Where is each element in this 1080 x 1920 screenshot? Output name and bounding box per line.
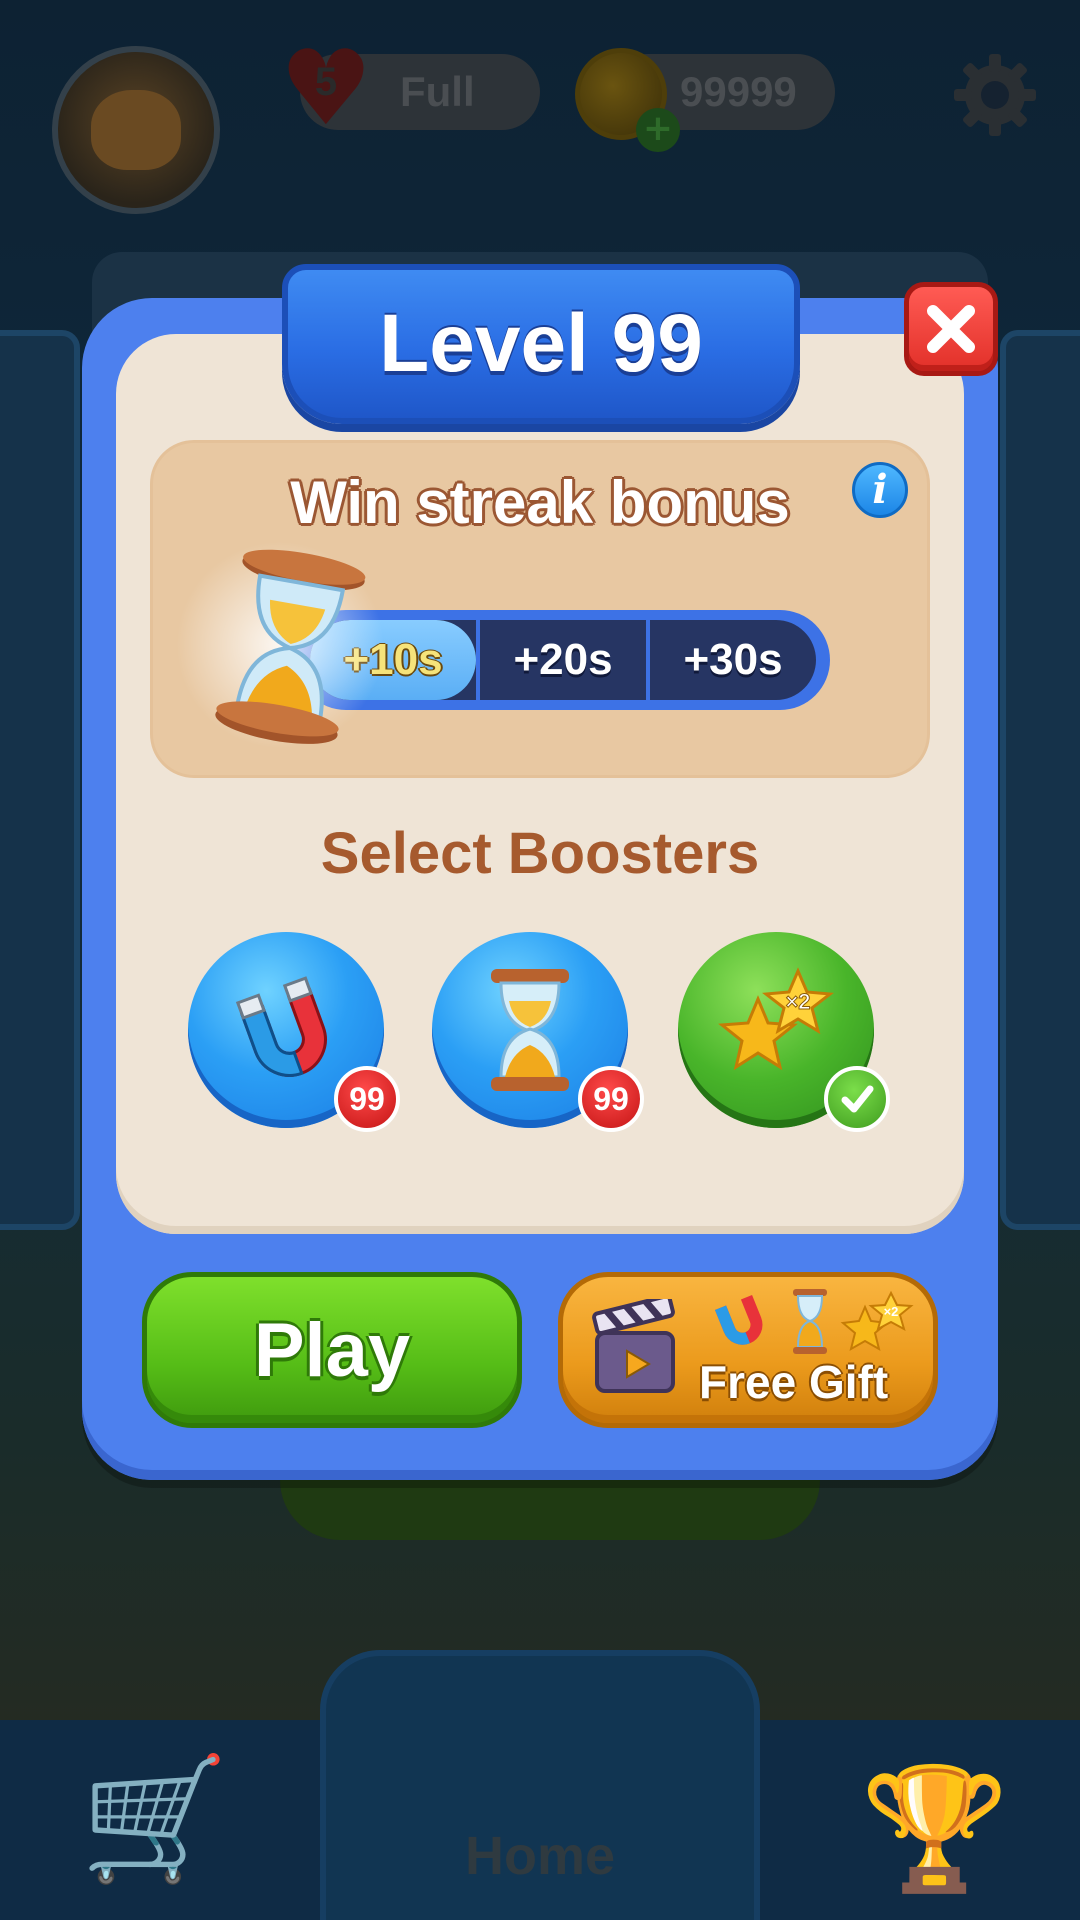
mini-hourglass-icon xyxy=(793,1289,827,1354)
coins-amount: 99999 xyxy=(680,68,797,115)
mini-star-icon: ×2 xyxy=(840,1290,914,1352)
lives-count: 5 xyxy=(314,60,338,104)
double-star-label: ×2 xyxy=(785,989,810,1014)
trophy-icon[interactable]: 🏆 xyxy=(860,1770,1009,1890)
gift-contents-icons: ×2 xyxy=(714,1289,914,1354)
info-icon[interactable]: i xyxy=(852,462,908,518)
mini-star-label: ×2 xyxy=(884,1304,899,1319)
lives-status: Full xyxy=(400,68,475,115)
play-button[interactable]: Play xyxy=(142,1272,522,1428)
booster-hourglass[interactable]: 99 xyxy=(432,932,644,1132)
booster-count-badge: 99 xyxy=(334,1066,400,1132)
hourglass-icon xyxy=(491,969,569,1091)
magnet-icon xyxy=(235,976,327,1077)
booster-magnet[interactable]: 99 xyxy=(188,932,400,1132)
home-tab-label: Home xyxy=(464,1826,616,1886)
hourglass-icon xyxy=(215,549,366,744)
win-streak-title: Win streak bonus xyxy=(290,469,790,536)
settings-gear-icon[interactable] xyxy=(950,50,1040,140)
clapperboard-icon xyxy=(592,1299,675,1393)
streak-step-2: +20s xyxy=(476,620,646,700)
add-coins-icon[interactable]: + xyxy=(636,108,680,152)
level-title: Level 99 xyxy=(379,298,703,389)
title-ribbon: Level 99 xyxy=(270,264,812,424)
streak-step-3: +30s xyxy=(646,620,816,700)
cat-avatar-icon xyxy=(91,90,181,170)
select-boosters-title: Select Boosters xyxy=(320,821,760,886)
close-button[interactable] xyxy=(904,282,998,376)
play-button-label: Play xyxy=(253,1307,411,1393)
booster-count-badge: 99 xyxy=(578,1066,644,1132)
booster-double-star[interactable]: ×2 xyxy=(678,932,890,1132)
mini-magnet-icon xyxy=(714,1294,763,1345)
selected-check-icon xyxy=(824,1066,890,1132)
player-avatar[interactable] xyxy=(52,46,220,214)
shop-cart-icon[interactable]: 🛒 xyxy=(80,1760,229,1880)
free-gift-label: Free Gift xyxy=(699,1356,889,1408)
background-shelf-left xyxy=(0,330,80,1230)
free-gift-button[interactable]: ×2 Free Gift xyxy=(558,1272,938,1428)
top-hud: Full ♥ 5 99999 + xyxy=(0,36,1080,220)
close-x-icon xyxy=(927,305,975,353)
background-shelf-right xyxy=(1000,330,1080,1230)
double-star-icon: ×2 xyxy=(718,967,834,1071)
